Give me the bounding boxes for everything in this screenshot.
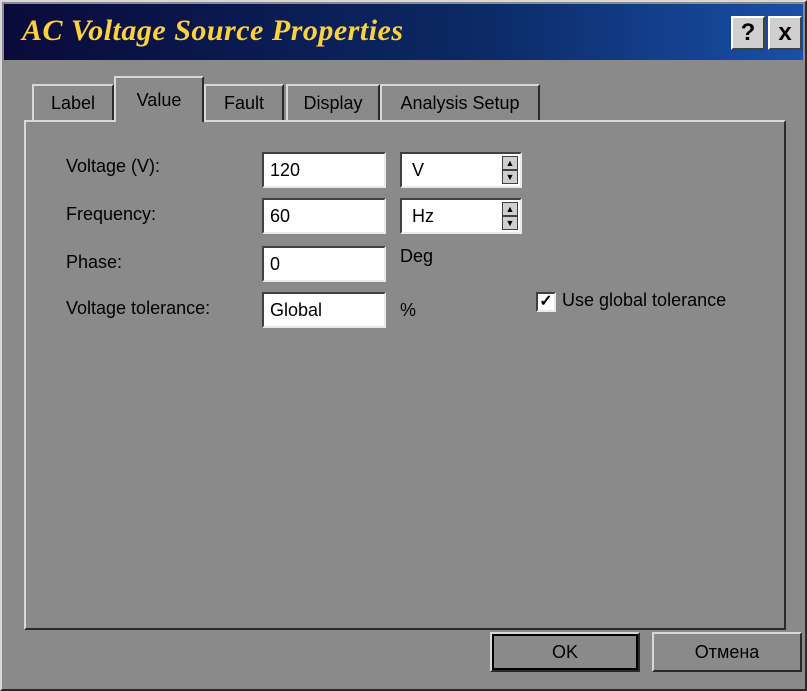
tab-value[interactable]: Value — [114, 76, 204, 122]
tab-fault[interactable]: Fault — [204, 84, 284, 120]
ok-button[interactable]: OK — [490, 632, 640, 672]
tab-panel-value: Voltage (V): 120 V ▲ ▼ Frequency: 60 Hz … — [24, 120, 786, 630]
spin-up-icon[interactable]: ▲ — [502, 156, 518, 170]
frequency-label: Frequency: — [66, 204, 157, 224]
voltage-input[interactable]: 120 — [262, 152, 386, 188]
dialog-window: AC Voltage Source Properties ? x Label V… — [0, 0, 807, 691]
spin-down-icon[interactable]: ▼ — [502, 170, 518, 184]
frequency-unit-spinner[interactable]: ▲ ▼ — [502, 202, 518, 230]
use-global-tolerance-label[interactable]: Use global tolerance — [562, 290, 726, 311]
frequency-unit-select[interactable]: Hz ▲ ▼ — [400, 198, 522, 234]
spin-down-icon[interactable]: ▼ — [502, 216, 518, 230]
frequency-unit-value: Hz — [412, 206, 434, 226]
cancel-button[interactable]: Отмена — [652, 632, 802, 672]
voltage-unit-value: V — [412, 160, 425, 180]
close-button[interactable]: x — [768, 16, 802, 50]
tab-label[interactable]: Label — [32, 84, 114, 120]
voltage-unit-spinner[interactable]: ▲ ▼ — [502, 156, 518, 184]
tolerance-label: Voltage tolerance: — [66, 298, 211, 318]
tab-analysis-setup[interactable]: Analysis Setup — [380, 84, 540, 120]
spin-up-icon[interactable]: ▲ — [502, 202, 518, 216]
use-global-tolerance-checkbox[interactable]: ✓ — [536, 292, 556, 312]
phase-unit: Deg — [400, 246, 434, 266]
phase-input[interactable]: 0 — [262, 246, 386, 282]
check-icon: ✓ — [539, 293, 553, 310]
help-button[interactable]: ? — [731, 16, 765, 50]
tab-display[interactable]: Display — [286, 84, 380, 120]
tolerance-unit: % — [400, 300, 417, 320]
frequency-input[interactable]: 60 — [262, 198, 386, 234]
window-title: AC Voltage Source Properties — [22, 14, 404, 47]
voltage-label: Voltage (V): — [66, 156, 161, 176]
title-bar[interactable]: AC Voltage Source Properties ? x — [4, 4, 803, 60]
tolerance-input[interactable]: Global — [262, 292, 386, 328]
phase-label: Phase: — [66, 252, 123, 272]
voltage-unit-select[interactable]: V ▲ ▼ — [400, 152, 522, 188]
